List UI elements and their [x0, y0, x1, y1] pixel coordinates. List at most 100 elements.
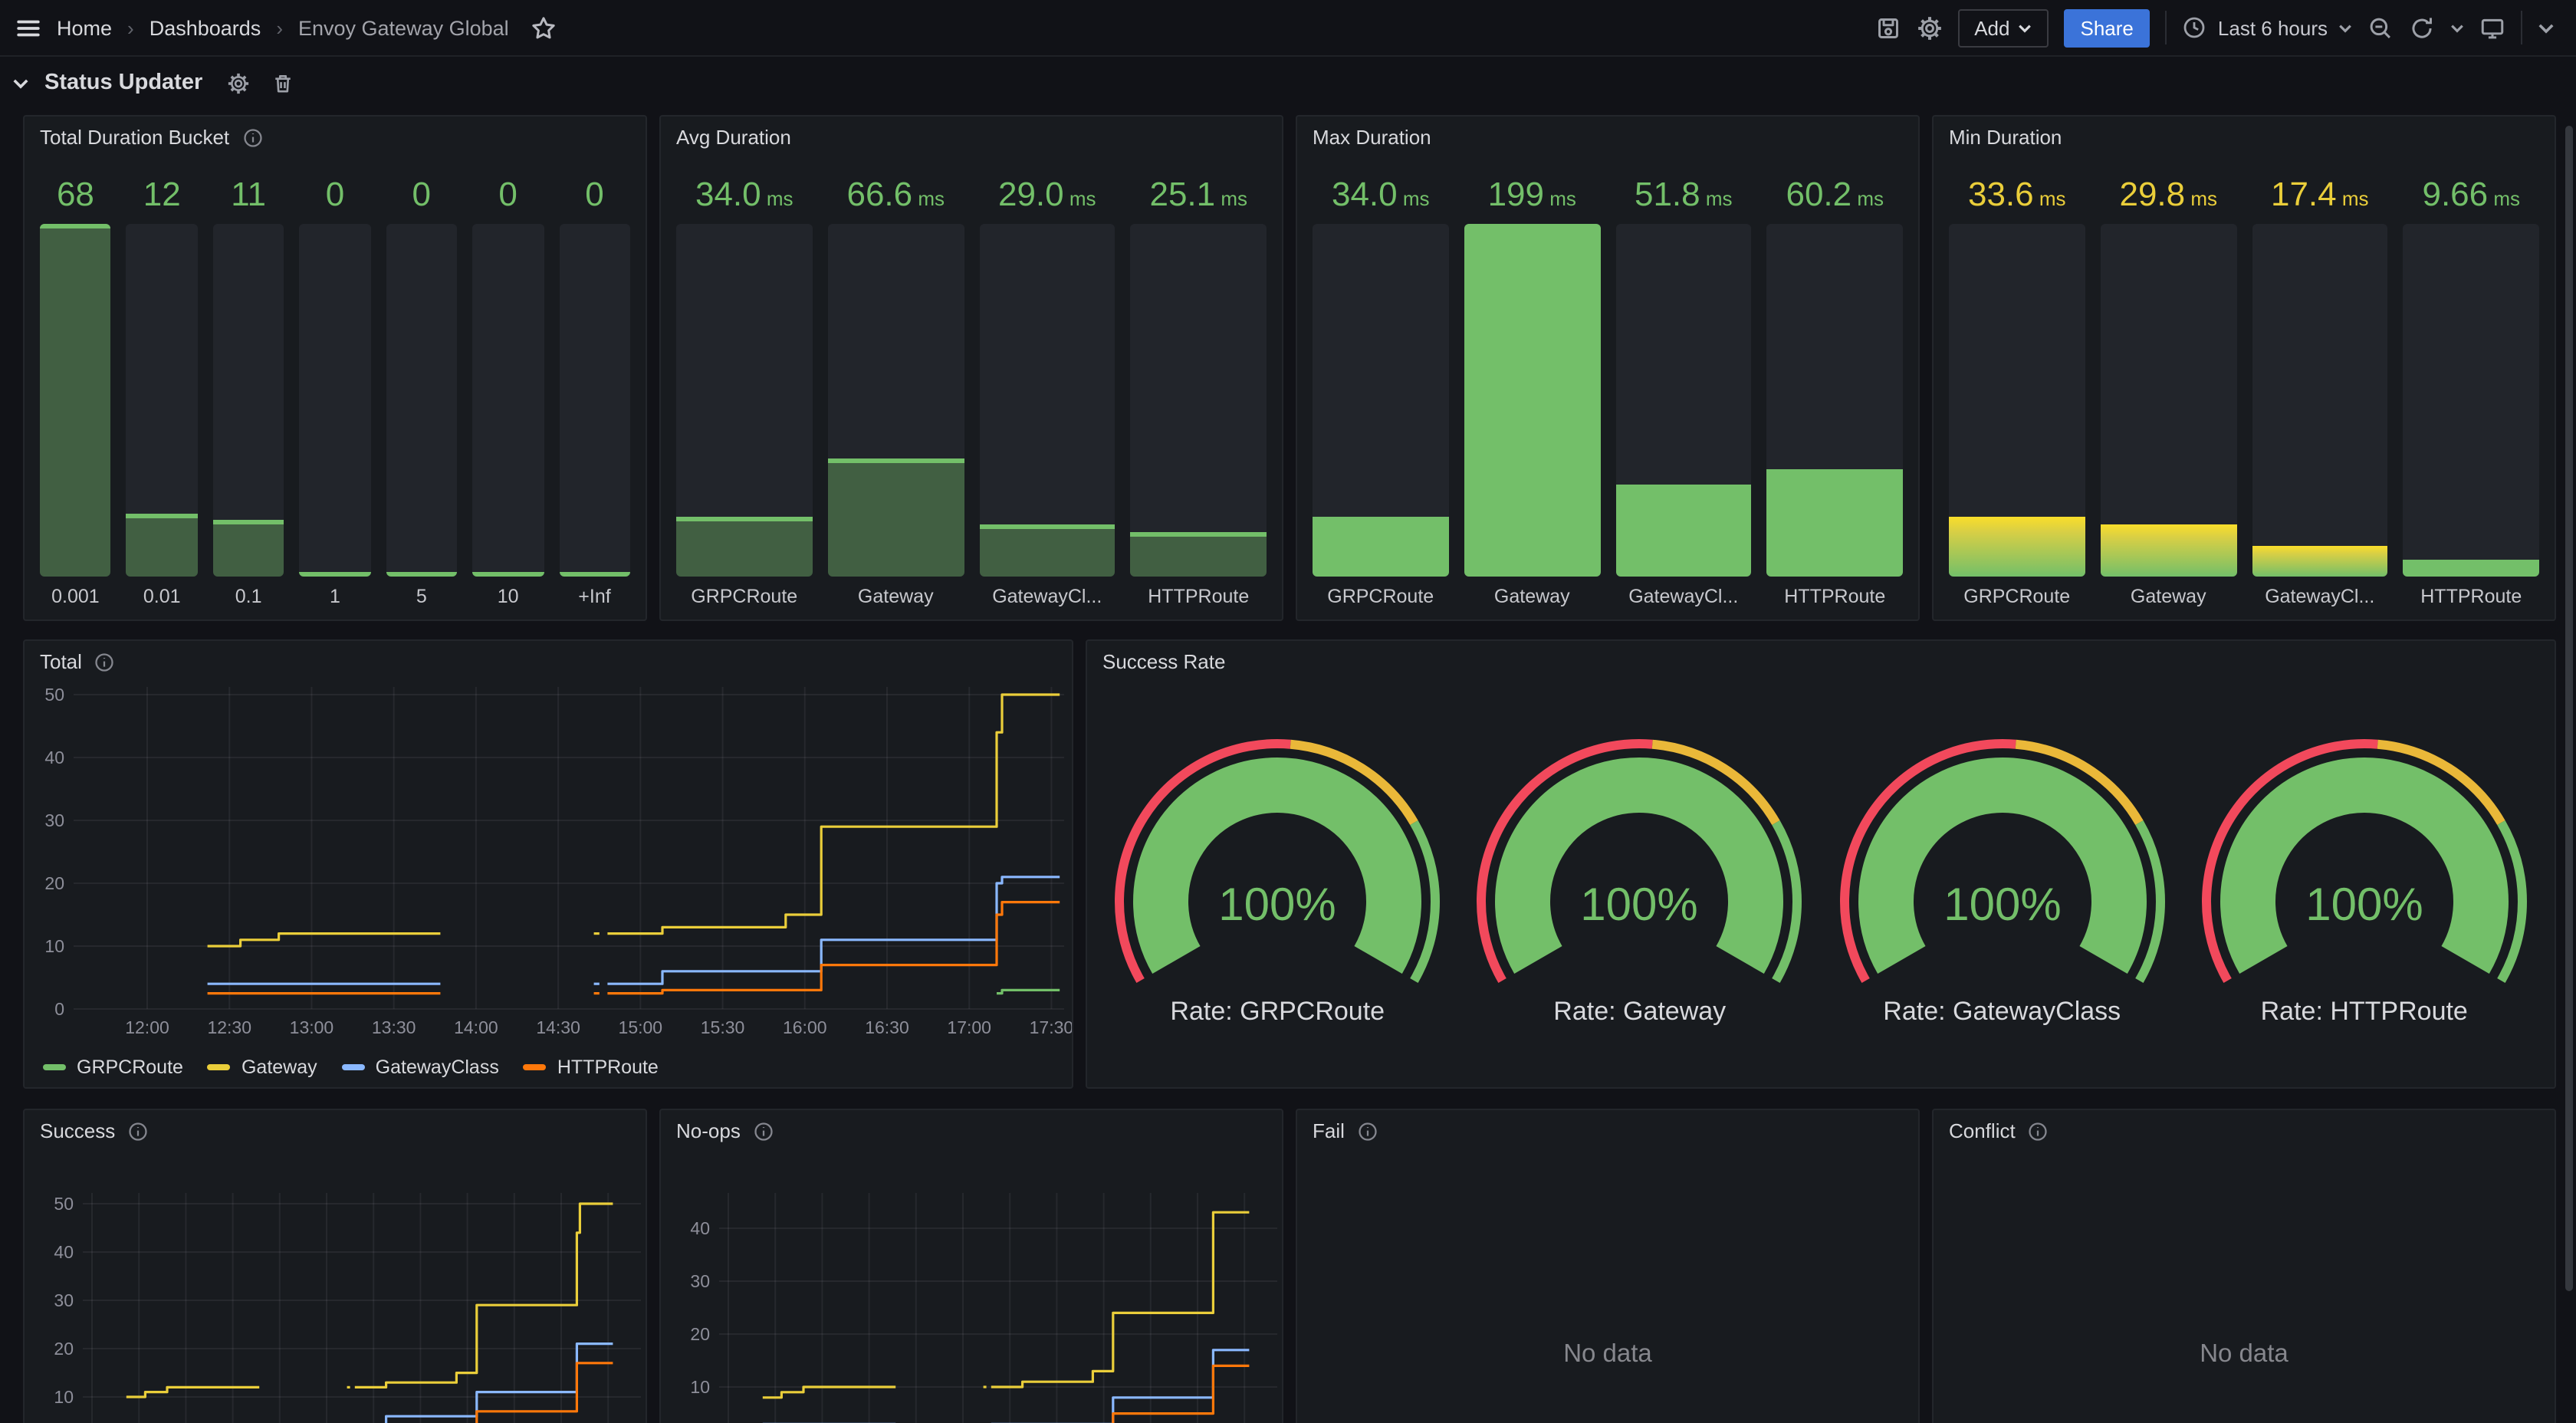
y-axis-tick-label: 50	[54, 1194, 74, 1214]
x-axis-tick-label: 12:00	[125, 1017, 169, 1037]
toolbar-overflow-caret-icon[interactable]	[2538, 19, 2555, 36]
bar-gauge-value: 9.66 ms	[2404, 175, 2540, 215]
legend-swatch	[208, 1064, 231, 1070]
panel-conflict: Conflict No data	[1932, 1109, 2556, 1423]
bar-gauge-bar	[213, 224, 284, 577]
bar-gauge-label: HTTPRoute	[1131, 586, 1267, 607]
x-axis-tick-label: 15:00	[619, 1017, 663, 1037]
panel-avg-duration: Avg Duration 34.0 ms66.6 ms29.0 ms25.1 m…	[659, 115, 1283, 621]
panel-title[interactable]: Fail	[1313, 1119, 1345, 1142]
kiosk-mode-icon[interactable]	[2479, 15, 2505, 41]
panel-success: Success 10 20 30 40 50	[23, 1109, 647, 1423]
y-axis-tick-label: 30	[690, 1271, 710, 1291]
row-title[interactable]: Status Updater	[44, 71, 202, 95]
legend-item-GatewayClass[interactable]: GatewayClass	[342, 1057, 499, 1078]
y-axis-tick-label: 50	[44, 685, 64, 705]
bar-gauge-bar	[2252, 224, 2388, 577]
page-scrollbar-thumb[interactable]	[2565, 126, 2573, 1291]
legend-item-Gateway[interactable]: Gateway	[208, 1057, 317, 1078]
series-line-HTTPRoute	[607, 902, 1060, 994]
panel-title[interactable]: Success	[40, 1119, 115, 1142]
row-settings-icon[interactable]	[227, 71, 250, 94]
info-icon[interactable]	[242, 127, 263, 148]
series-line-Gateway	[127, 1387, 259, 1397]
bar-gauge-bar	[828, 224, 964, 577]
bar-gauge-label: GatewayCl...	[2252, 586, 2388, 607]
bar-gauge-bar	[676, 224, 813, 577]
gauge-label: Rate: GRPCRoute	[1170, 997, 1385, 1027]
bar-gauge-value: 34.0 ms	[1313, 175, 1449, 215]
breadcrumb-separator: ›	[127, 16, 134, 39]
row-collapse-chevron-icon[interactable]	[12, 74, 29, 91]
dashboard-settings-icon[interactable]	[1916, 15, 1942, 41]
y-axis-tick-label: 10	[44, 936, 64, 956]
breadcrumb-dashboards[interactable]: Dashboards	[150, 16, 261, 39]
y-axis-tick-label: 30	[54, 1290, 74, 1310]
x-axis-tick-label: 12:30	[207, 1017, 251, 1037]
share-button-label: Share	[2081, 16, 2134, 39]
info-icon[interactable]	[127, 1120, 149, 1142]
panel-title[interactable]: No-ops	[676, 1119, 741, 1142]
panel-title[interactable]: Total	[40, 650, 82, 673]
panel-title[interactable]: Total Duration Bucket	[40, 126, 229, 149]
top-nav-actions: Add Share Last 6 hours	[1875, 8, 2576, 47]
row-delete-trash-icon[interactable]	[271, 71, 294, 94]
y-axis-tick-label: 30	[44, 810, 64, 830]
panel-title[interactable]: Conflict	[1949, 1119, 2016, 1142]
time-range-picker[interactable]: Last 6 hours	[2183, 15, 2352, 40]
bar-gauge-value: 0	[472, 175, 544, 215]
add-button[interactable]: Add	[1957, 8, 2048, 47]
panel-title[interactable]: Max Duration	[1313, 126, 1431, 149]
zoom-out-icon[interactable]	[2367, 15, 2394, 41]
series-line-Gateway	[991, 1212, 1250, 1387]
bar-gauge-label: HTTPRoute	[1767, 586, 1904, 607]
bar-gauge-bar	[1949, 224, 2085, 577]
y-axis-tick-label: 40	[44, 748, 64, 767]
y-axis-tick-label: 20	[54, 1339, 74, 1359]
bar-gauge-bar	[2404, 224, 2540, 577]
refresh-interval-caret-icon[interactable]	[2450, 21, 2464, 35]
noops-chart-plot[interactable]: 10203040	[661, 1147, 1282, 1423]
breadcrumb-home[interactable]: Home	[57, 16, 112, 39]
panel-title[interactable]: Avg Duration	[676, 126, 791, 149]
legend-swatch	[43, 1064, 66, 1070]
legend-label: GatewayClass	[376, 1057, 499, 1078]
panel-title[interactable]: Success Rate	[1102, 650, 1225, 673]
success-rate-gauge: 100%Rate: HTTPRoute	[2183, 733, 2546, 1027]
success-chart-plot[interactable]: 10 20 30 40 50	[25, 1147, 646, 1423]
y-axis-tick-label: 10	[54, 1387, 74, 1407]
bar-gauge-value: 29.0 ms	[979, 175, 1116, 215]
bar-gauge-value: 199 ms	[1464, 175, 1601, 215]
y-axis-tick-label: 40	[54, 1242, 74, 1262]
refresh-icon[interactable]	[2409, 15, 2435, 41]
bar-gauge-label: 0.01	[127, 586, 198, 607]
save-dashboard-icon[interactable]	[1875, 15, 1901, 41]
legend-item-GRPCRoute[interactable]: GRPCRoute	[43, 1057, 183, 1078]
legend-swatch	[342, 1064, 365, 1070]
share-button[interactable]: Share	[2064, 8, 2150, 47]
bar-gauge-label: GRPCRoute	[676, 586, 813, 607]
info-icon[interactable]	[1357, 1120, 1378, 1142]
hamburger-menu-icon[interactable]	[15, 15, 41, 41]
bar-gauge-label: GatewayCl...	[1615, 586, 1752, 607]
top-nav-bar: Home › Dashboards › Envoy Gateway Global…	[0, 0, 2576, 57]
info-icon[interactable]	[2028, 1120, 2049, 1142]
total-chart-plot[interactable]: 0102030405012:0012:3013:0013:3014:0014:3…	[25, 678, 1072, 1053]
series-line-Gateway	[355, 1204, 613, 1387]
series-line-HTTPRoute	[991, 1365, 1250, 1423]
legend-item-HTTPRoute[interactable]: HTTPRoute	[524, 1057, 659, 1078]
gauge-value: 100%	[2305, 879, 2423, 930]
panel-min-duration: Min Duration 33.6 ms29.8 ms17.4 ms9.66 m…	[1932, 115, 2556, 621]
bar-gauge-value: 0	[386, 175, 457, 215]
bar-gauge-label: HTTPRoute	[2404, 586, 2540, 607]
bar-gauge-value: 33.6 ms	[1949, 175, 2085, 215]
panel-title[interactable]: Min Duration	[1949, 126, 2062, 149]
bar-gauge-bar	[1615, 224, 1752, 577]
star-icon[interactable]	[531, 15, 557, 41]
bar-gauge-label: +Inf	[559, 586, 630, 607]
legend-label: GRPCRoute	[77, 1057, 183, 1078]
info-icon[interactable]	[753, 1120, 774, 1142]
info-icon[interactable]	[94, 651, 116, 672]
bar-gauge-label: GatewayCl...	[979, 586, 1116, 607]
bar-gauge-bar	[1464, 224, 1601, 577]
